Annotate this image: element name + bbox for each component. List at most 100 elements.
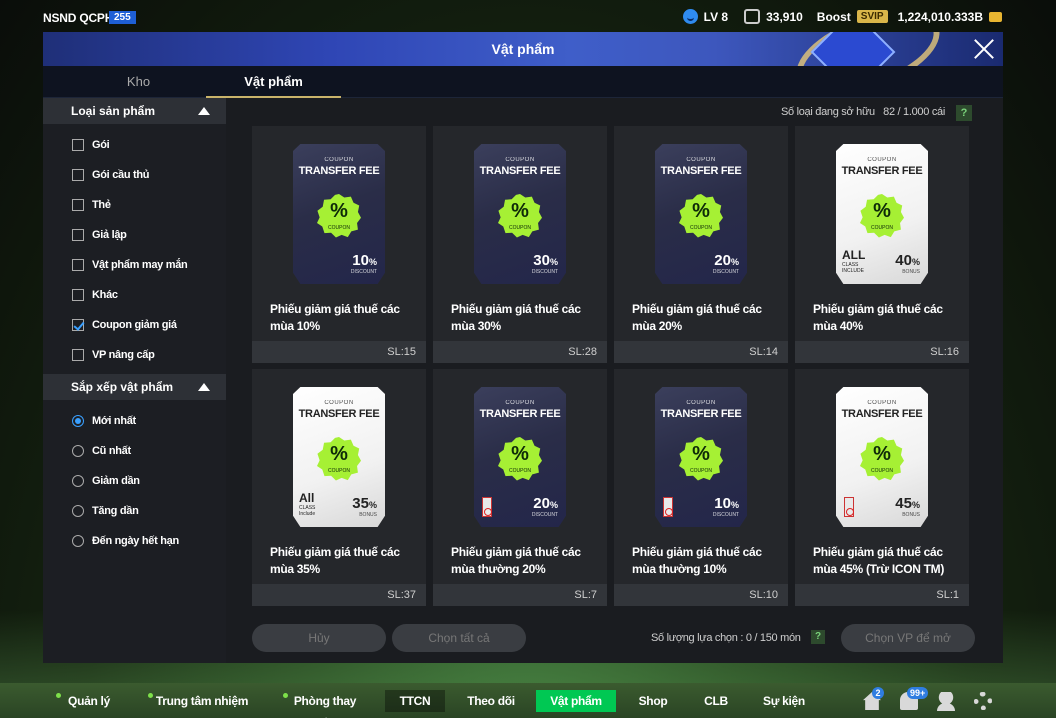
sort-header[interactable]: Sắp xếp vật phẩm (43, 374, 226, 400)
product-type-list: Gói Gói cầu thủ Thẻ Giả lập Vật phẩm may mắn… (43, 124, 226, 374)
coupon-card[interactable]: COUPON TRANSFER FEE% COUPON 20% DISCOUNT Phiế… (614, 126, 788, 363)
notification-dot-icon (148, 693, 153, 698)
boost-label[interactable]: Boost (817, 10, 851, 24)
nav-item[interactable]: Phòng thay đồ (283, 690, 363, 718)
filter-option[interactable]: Giả lập (43, 220, 226, 250)
coupon-mini-label: COUPON (328, 225, 350, 231)
gear-icon[interactable] (974, 692, 992, 710)
select-all-button[interactable]: Chọn tất cả (392, 624, 526, 652)
product-type-header[interactable]: Loại sản phẩm (43, 98, 226, 124)
checkbox[interactable] (72, 229, 84, 241)
radio-button[interactable] (72, 415, 84, 427)
radio-button[interactable] (72, 475, 84, 487)
sort-option[interactable]: Cũ nhất (43, 436, 226, 466)
coupon-card[interactable]: COUPON TRANSFER FEE% COUPON 40% BONUS ALL CLAS… (795, 126, 969, 363)
coupon-quantity: SL:1 (795, 584, 969, 606)
no-icon-restriction-icon (482, 497, 492, 517)
sort-option[interactable]: Đến ngày hết hạn (43, 526, 226, 556)
radio-button[interactable] (72, 535, 84, 547)
filter-sidebar: Loại sản phẩm Gói Gói cầu thủ Thẻ Giả lập Vậ… (43, 98, 226, 663)
nav-item[interactable]: CLB (695, 690, 737, 712)
coupon-quantity: SL:28 (433, 341, 607, 363)
coupon-value-sub: DISCOUNT (350, 269, 377, 275)
sort-option-label: Đến ngày hết hạn (92, 535, 179, 547)
coupon-value: 10% (352, 252, 377, 269)
nav-item-label: Quản lý CT (68, 694, 110, 718)
coupon-card[interactable]: COUPON TRANSFER FEE% COUPON 30% DISCOUNT Phiế… (433, 126, 607, 363)
product-type-title: Loại sản phẩm (71, 104, 156, 118)
filter-option-label: Gói cầu thủ (92, 169, 150, 181)
coupon-header: COUPON (505, 400, 535, 406)
coupon-mini-label: COUPON (509, 468, 531, 474)
sort-option[interactable]: Giảm dần (43, 466, 226, 496)
sort-option-label: Tăng dần (92, 505, 139, 517)
filter-option[interactable]: VP nâng cấp (43, 340, 226, 370)
open-items-button[interactable]: Chọn VP để mở (841, 624, 975, 652)
nav-item[interactable]: Trung tâm nhiệm vụ (148, 690, 252, 718)
filter-option-label: Thẻ (92, 199, 111, 211)
coupon-mini-label: COUPON (871, 225, 893, 231)
level-label: LV 8 (703, 9, 729, 24)
coupon-name: Phiếu giảm giá thuế các mùa 20% (632, 302, 762, 333)
filter-option[interactable]: Coupon giảm giá (43, 310, 226, 340)
profile-body-icon (937, 703, 955, 711)
sort-option[interactable]: Mới nhất (43, 406, 226, 436)
coupon-mini-label: COUPON (328, 468, 350, 474)
coupon-value: 20% (533, 495, 558, 512)
cancel-button[interactable]: Hủy (252, 624, 386, 652)
coupon-mini-label: COUPON (871, 468, 893, 474)
coupon-card[interactable]: COUPON TRANSFER FEE% COUPON 10% DISCOUNT Phiế… (614, 369, 788, 606)
checkbox[interactable] (72, 349, 84, 361)
sort-list: Mới nhất Cũ nhất Giảm dần Tăng dần Đến ngày … (43, 400, 226, 560)
coupon-header: COUPON (324, 400, 354, 406)
filter-option[interactable]: Vật phẩm may mắn (43, 250, 226, 280)
coupon-image: COUPON TRANSFER FEE% COUPON 35% BONUS All CLAS… (293, 387, 385, 527)
coupon-name: Phiếu giảm giá thuế các mùa 10% (270, 302, 400, 333)
coupon-card[interactable]: COUPON TRANSFER FEE% COUPON 35% BONUS All CLAS… (252, 369, 426, 606)
bottom-nav: 2 99+ Quản lý CT Trung tâm nhiệm vụ Phòng … (0, 683, 1056, 718)
sort-option-label: Cũ nhất (92, 445, 131, 457)
help-button-2[interactable]: ? (811, 630, 825, 644)
coupon-header: COUPON (505, 157, 535, 163)
checkbox[interactable] (72, 169, 84, 181)
filter-option[interactable]: Gói cầu thủ (43, 160, 226, 190)
checkbox[interactable] (72, 199, 84, 211)
checkbox[interactable] (72, 289, 84, 301)
nav-item[interactable]: Theo dõi (460, 690, 522, 712)
filter-option[interactable]: Gói (43, 130, 226, 160)
owned-label: Số loại đang sở hữu (780, 106, 875, 118)
close-icon[interactable] (973, 38, 995, 60)
ticket-icon (989, 11, 1002, 22)
checkbox[interactable] (72, 319, 84, 331)
nav-item[interactable]: Shop (628, 690, 678, 712)
radio-button[interactable] (72, 505, 84, 517)
svip-badge[interactable]: SVIP (856, 10, 888, 23)
tab-vat-pham[interactable]: Vật phẩm (206, 66, 341, 98)
coupon-card[interactable]: COUPON TRANSFER FEE% COUPON 10% DISCOUNT Phiế… (252, 126, 426, 363)
collapse-up-icon[interactable] (198, 107, 210, 115)
collapse-up-icon[interactable] (198, 383, 210, 391)
trophy-icon (744, 9, 761, 24)
checkbox[interactable] (72, 139, 84, 151)
coupon-mini-label: COUPON (690, 468, 712, 474)
sort-option[interactable]: Tăng dần (43, 496, 226, 526)
nav-item[interactable]: Quản lý CT (56, 690, 118, 718)
top-bar: NSND QCPH 255 LV 8 33,910 Boost SVIP 1,2… (0, 0, 1056, 34)
sort-title: Sắp xếp vật phẩm (71, 380, 174, 394)
checkbox[interactable] (72, 259, 84, 271)
coupon-card[interactable]: COUPON TRANSFER FEE% COUPON 20% DISCOUNT Phiế… (433, 369, 607, 606)
filter-option[interactable]: Thẻ (43, 190, 226, 220)
nav-item[interactable]: Vật phẩm (536, 690, 616, 712)
coupon-title: TRANSFER FEE (841, 408, 923, 420)
filter-option[interactable]: Khác (43, 280, 226, 310)
tab-kho[interactable]: Kho (71, 66, 206, 98)
radio-button[interactable] (72, 445, 84, 457)
nav-item[interactable]: TTCN (385, 690, 445, 712)
window-title: Vật phẩm (491, 41, 555, 57)
percent-icon: % (692, 443, 710, 465)
coupon-title: TRANSFER FEE (660, 165, 742, 177)
percent-icon: % (873, 443, 891, 465)
nav-item[interactable]: Sự kiện (760, 690, 808, 712)
help-button[interactable]: ? (956, 105, 972, 121)
coupon-card[interactable]: COUPON TRANSFER FEE% COUPON 45% BONUS Phiếu g… (795, 369, 969, 606)
